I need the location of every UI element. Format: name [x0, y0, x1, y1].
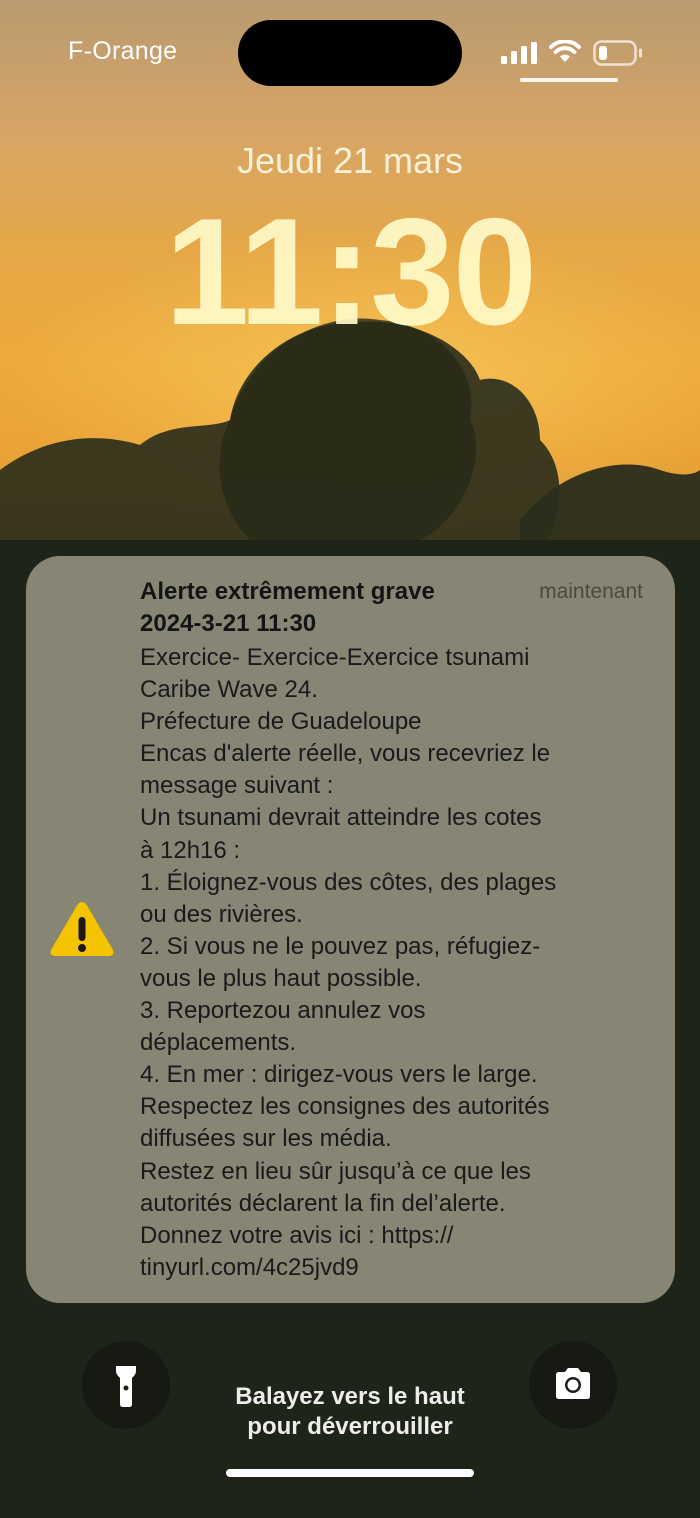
alert-body-line: déplacements. — [140, 1029, 297, 1057]
alert-body-line: vous le plus haut possible. — [140, 964, 422, 992]
unlock-hint-line2: pour déverrouiller — [247, 1413, 453, 1440]
alert-body-line: Caribe Wave 24. — [140, 676, 318, 704]
status-bar: F-Orange — [0, 0, 700, 100]
alert-body-line: Préfecture de Guadeloupe — [140, 708, 422, 736]
alert-body-line: autorités déclarent la fin del’alerte. — [140, 1189, 506, 1217]
battery-icon — [593, 40, 642, 66]
dynamic-island — [238, 20, 462, 86]
alert-body-line: diffusées sur les média. — [140, 1125, 392, 1153]
home-indicator[interactable] — [226, 1469, 474, 1477]
alert-body-line: Exercice- Exercice-Exercice tsunami — [140, 644, 530, 671]
alert-body-line: 4. En mer : dirigez-vous vers le large. — [140, 1061, 538, 1089]
alert-body-line: 3. Reportezou annulez vos — [140, 997, 426, 1025]
alert-body-line: Donnez votre avis ici : https:// — [140, 1221, 454, 1249]
alert-title: Alerte extrêmement grave — [140, 578, 435, 605]
alert-body-line: Restez en lieu sûr jusqu’à ce que les — [140, 1157, 531, 1185]
alert-body-line: message suivant : — [140, 772, 334, 800]
alert-body-line: Encas d'alerte réelle, vous recevriez le — [140, 740, 551, 768]
emergency-alert-notification[interactable]: Alerte extrêmement grave maintenant 2024… — [26, 556, 675, 1303]
alert-date: 2024-3-21 11:30 — [140, 610, 317, 637]
alert-body-line: 1. Éloignez-vous des côtes, des plages — [140, 868, 557, 896]
lock-date: Jeudi 21 mars — [236, 140, 464, 181]
alert-body: Exercice- Exercice-Exercice tsunami Cari… — [140, 642, 650, 1284]
focus-indicator — [520, 78, 618, 82]
warning-icon — [50, 902, 114, 956]
carrier-name: F-Orange — [68, 37, 178, 65]
unlock-hint: Balayez vers le haut pour déverrouiller — [0, 1382, 700, 1442]
cellular-signal-icon — [501, 42, 537, 64]
alert-body-line: à 12h16 : — [140, 836, 241, 864]
alert-time: maintenant — [539, 580, 643, 603]
alert-body-line: Un tsunami devrait atteindre les cotes — [140, 804, 542, 832]
unlock-hint-line1: Balayez vers le haut — [235, 1383, 465, 1410]
alert-body-line: tinyurl.com/4c25jvd9 — [140, 1253, 359, 1281]
alert-body-line: 2. Si vous ne le pouvez pas, réfugiez- — [140, 932, 541, 960]
wifi-icon — [549, 40, 581, 62]
lock-clock: 11:30 — [164, 187, 537, 357]
alert-body-line: ou des rivières. — [140, 900, 303, 928]
alert-body-line: Respectez les consignes des autorités — [140, 1093, 550, 1121]
